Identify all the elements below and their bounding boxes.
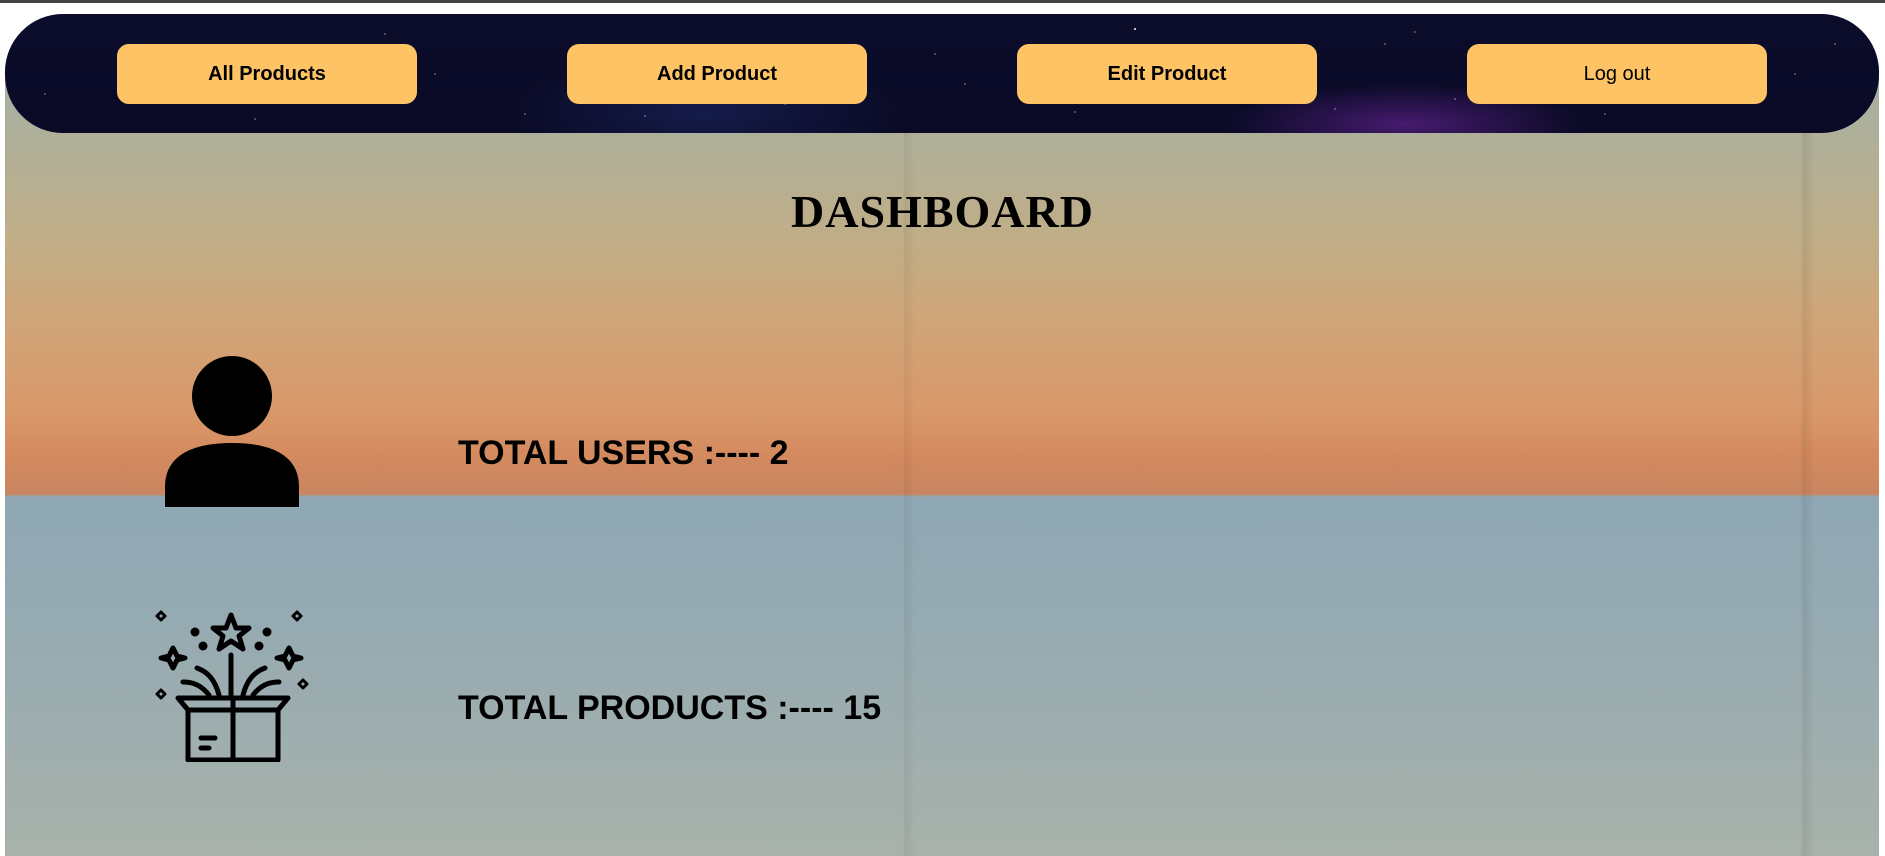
top-border [0, 0, 1885, 3]
total-products-label: TOTAL PRODUCTS :---- [458, 689, 834, 727]
all-products-button[interactable]: All Products [117, 44, 417, 104]
total-users-label: TOTAL USERS :---- [458, 434, 761, 472]
gift-box-icon [155, 610, 309, 762]
user-icon [165, 356, 299, 507]
edit-product-button[interactable]: Edit Product [1017, 44, 1317, 104]
page-title: DASHBOARD [791, 186, 1094, 237]
total-users-stat: TOTAL USERS :---- 2 [458, 434, 789, 473]
logout-button[interactable]: Log out [1467, 44, 1767, 104]
add-product-button[interactable]: Add Product [567, 44, 867, 104]
total-products-stat: TOTAL PRODUCTS :---- 15 [458, 689, 881, 728]
total-products-value: 15 [843, 689, 882, 727]
total-users-value: 2 [769, 434, 789, 472]
top-navbar: All Products Add Product Edit Product Lo… [5, 14, 1879, 133]
